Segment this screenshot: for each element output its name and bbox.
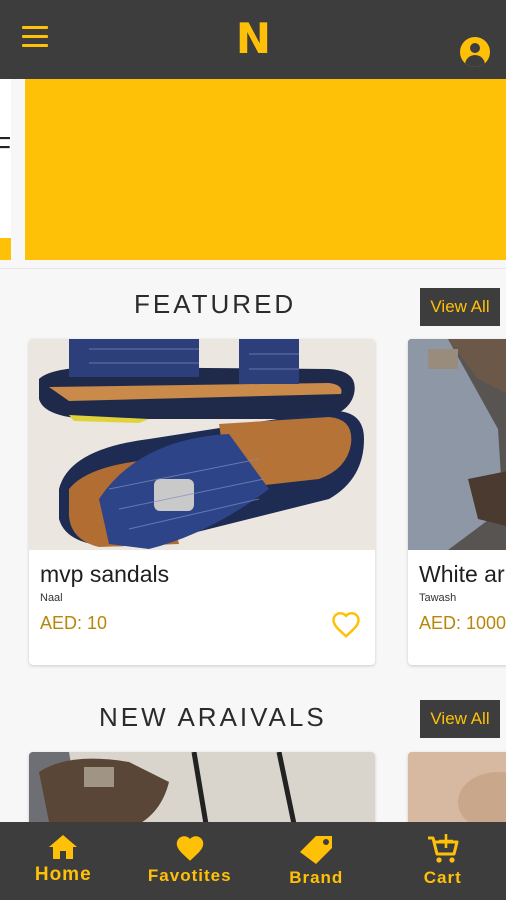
product-card[interactable]: mvp sandals Naal AED: 10 (29, 339, 375, 665)
banner-carousel[interactable]: F (0, 79, 506, 260)
heart-icon (176, 836, 203, 861)
section-divider (0, 268, 506, 269)
app-screen: N F FEATURED View All mvp sandals Naal A… (0, 0, 506, 900)
nav-item-brand[interactable]: Brand (253, 822, 380, 900)
nav-item-favorites[interactable]: Favotites (127, 822, 254, 900)
product-name: mvp sandals (40, 561, 170, 587)
new-arrivals-view-all-button[interactable]: View All (420, 700, 500, 738)
account-circle-icon[interactable] (460, 37, 490, 67)
sandal-photo (29, 339, 375, 550)
cart-add-icon (427, 834, 459, 863)
nav-label-cart: Cart (423, 868, 462, 887)
nav-item-home[interactable]: Home (0, 822, 127, 900)
product-name: White ar (419, 561, 505, 587)
banner-current-slide[interactable] (25, 79, 506, 260)
tag-icon (300, 836, 333, 864)
hamburger-menu-icon[interactable] (22, 26, 58, 56)
sandal-photo (408, 339, 506, 550)
product-image (408, 339, 506, 550)
heart-outline-icon[interactable] (331, 611, 361, 639)
nav-item-cart[interactable]: Cart (380, 822, 506, 900)
product-brand: Naal (40, 592, 63, 604)
product-price: AED: 10 (40, 613, 108, 633)
banner-previous-strip (0, 238, 11, 260)
new-arrivals-section-title: NEW ARAIVALS (99, 702, 327, 732)
featured-section-title: FEATURED (134, 289, 297, 319)
nav-label-brand: Brand (289, 868, 344, 887)
nav-label-favorites: Favotites (147, 866, 232, 885)
top-app-bar: N (0, 0, 506, 79)
product-card[interactable]: White ar Tawash AED: 1000 (408, 339, 506, 665)
product-brand: Tawash (419, 592, 457, 604)
product-image (29, 339, 375, 550)
nav-label-home: Home (34, 864, 92, 885)
home-icon (49, 835, 78, 859)
product-price: AED: 1000 (419, 613, 506, 633)
featured-view-all-button[interactable]: View All (420, 288, 500, 326)
bottom-navigation: Home Favotites Brand Cart (0, 822, 506, 900)
banner-previous-slide[interactable]: F (0, 79, 11, 260)
banner-previous-text: F (0, 131, 11, 162)
app-logo[interactable]: N (236, 14, 271, 63)
